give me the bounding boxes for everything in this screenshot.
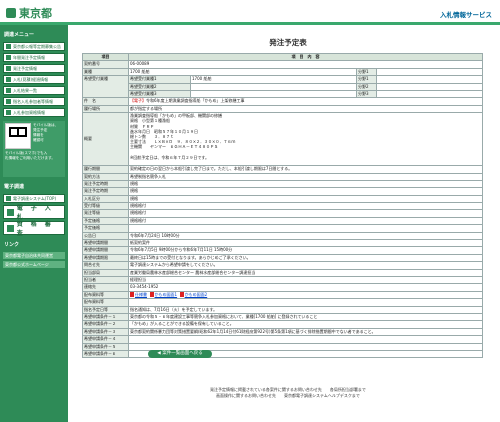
tokyo-logo-mark-icon [6,8,16,18]
sidebar-item-label: 発注予定情報 [13,65,37,71]
sidebar-item-label: 東京都公報等定期募集公告 [13,43,61,49]
qr-code-icon [5,123,31,149]
case-name: 令和6年度上期漁業調査指導船「かもめ」上架修繕工事 [146,98,245,104]
mobile-side-text: モバイル版は、 発注予定 情報を 確認可 [33,123,59,142]
table-row: 件 名 【電子】令和6年度上期漁業調査指導船「かもめ」上架修繕工事 [82,97,483,106]
return-to-list-button[interactable]: ◀ 案件一覧画面へ戻る [148,350,212,358]
pdf-icon [130,292,134,298]
table-row: 希望申請条件－２ 「かもめ」が入ることができる設備を保有していること。 [82,320,483,329]
sidebar-item-label: 入札結果一覧 [13,87,37,93]
table-row: 配布資料等 仕様書 かもめ図面1 かもめ図面2 [82,290,483,300]
sidebar-item-annual[interactable]: 年間発注予定情報 [3,53,65,62]
file-link-kamome-2[interactable]: かもめ図面2 [179,292,207,298]
table-row: 発注予定時期 規格 [82,187,483,196]
table-row: 受付等級 規格格付 [82,202,483,211]
sidebar-section-ext: 電子調達 [4,184,25,190]
e-bidding-button[interactable]: 電 子 入 札 [3,205,65,221]
sidebar-item-label: 年間発注予定情報 [13,54,45,60]
mobile-promo: モバイル版は、 発注予定 情報を 確認可 モバイル版(スマホ)でも入 札情報をご… [3,121,65,177]
sidebar-item-order-plan[interactable]: 発注予定情報 [3,64,65,73]
table-row: 希望申請期間 紙契約案件 [82,239,483,248]
sidebar-item-label: 入札参加資格情報 [13,109,45,115]
table-row: 希望申請期限 最終日は15時までの受付となります。あらかじめご了承ください。 [82,253,483,263]
arrow-icon [6,110,11,115]
arrow-icon [6,196,11,201]
table-row: 概要 漁業調査指導船「かもめ」の甲板部、機関部の修繕 資格 小型第１種漁船 材質… [82,112,483,167]
link-joint-operation[interactable]: 東京都電子自治体共同運営 [3,252,65,259]
arrow-icon [6,66,11,71]
main-content: 発注予定表 項目 項 目 内 容 契約番号 06-00089 業種 1700 船… [82,25,494,422]
electronic-badge: 【電子】 [130,98,146,104]
sidebar-item-label: 指名入札参加者等情報 [13,98,53,104]
table-header-row: 項目 項 目 内 容 [82,52,483,62]
footer-line-2: 画面操作に関するお問い合わせ先 東京都電子調達システムヘルプデスクまで [216,393,360,398]
arrow-icon [6,44,11,49]
sidebar-item-qualification[interactable]: 入札参加資格情報 [3,108,65,117]
table-row: 希望申請条件－６ [82,349,483,359]
order-plan-table: 項目 項 目 内 容 契約番号 06-00089 業種 1700 船舶 分野1 … [82,52,483,359]
sidebar-item-kouhou[interactable]: 東京都公報等定期募集公告 [3,42,65,51]
arrow-icon [6,55,11,60]
sidebar-section-menu: 調達メニュー [4,32,35,38]
app-header: 東京都 入札情報サービス [0,0,500,22]
footer: 発注予定情報に掲載されている各案件に関するお問い合わせ先 各局所担当部署まで 画… [82,387,494,399]
file-link-shiyousho[interactable]: 仕様書 [130,292,147,298]
table-row: 問合せ先 電子調達システムから希望申請をしてください。 [82,261,483,270]
table-row: 発注等級 規格格付 [82,209,483,218]
sidebar-item-label: 入札(見積)経過情報 [13,76,49,82]
logo-text: 東京都 [19,7,52,20]
table-row: 希望申請条件－５ [82,342,483,351]
page-title: 発注予定表 [269,38,307,47]
pdf-icon [149,292,154,298]
sidebar-item-results[interactable]: 入札結果一覧 [3,86,65,95]
table-row: 希望申請条件－４ [82,335,483,344]
table-row: 希望受付業種2 分野2 [83,82,483,91]
sidebar-item-progress[interactable]: 入札(見積)経過情報 [3,75,65,84]
header-content: 項 目 内 容 [128,52,483,62]
table-row: 配布資料等 [82,298,483,307]
sidebar-item-system-top[interactable]: 電子調達システム(TOP) [3,194,65,203]
top-link[interactable]: 入札情報サービス [440,9,492,19]
table-row: 希望申請条件－３ 東京都契約関係暴力団等対策措置要綱(昭和62年1月14日付61財… [82,327,483,337]
table-row: 希望受付業種3 分野3 [83,89,483,99]
table-row: 担当者 経理担当 [82,275,483,285]
overview-text: 漁業調査指導船「かもめ」の甲板部、機関部の修繕 資格 小型第１種漁船 材質 ＦＲ… [128,112,483,167]
arrow-icon [6,99,11,104]
table-row: 希望受付業種 希望受付業種1 1700 船舶 分野1 [82,75,483,99]
arrow-icon [7,224,14,232]
table-row: 連絡先 03-3454-1952 [82,283,483,292]
table-row: 指名予定日等 指名通知は、7月16日（火）を予定しています。 [82,305,483,314]
arrow-icon [7,208,14,216]
sidebar-item-nominees[interactable]: 指名入札参加者等情報 [3,97,65,106]
table-row: 希望申請期間 令和6年7月5日 9時00分から令和6年7月11日 15時00分 [82,246,483,255]
header-item: 項目 [82,52,129,62]
sidebar-item-label: 電子調達システム(TOP) [13,195,57,201]
table-row: 入札区分 規格 [82,194,483,204]
table-row: 業種 1700 船舶 分野1 [82,67,483,77]
arrow-icon [6,88,11,93]
table-row: 公告日 令和6年7月24日 10時00分 [82,231,483,241]
pdf-icon [179,292,184,298]
table-row: 契約方法 希望制指名競争入札 [82,172,483,181]
sidebar: 調達メニュー 東京都公報等定期募集公告 年間発注予定情報 発注予定情報 入札(見… [0,25,68,422]
mobile-description: モバイル版(スマホ)でも入 札情報をご利用いただけます。 [5,151,55,160]
table-row: 予定価格 規格格付 [82,216,483,226]
table-row: 契約番号 06-00089 [82,60,483,69]
table-row: 希望申請条件－１ 東京都の令和５・６年度建設工事等競争入札参加資格において、業種[… [82,312,483,322]
table-row: 予定価格 [82,224,483,233]
tokyo-logo[interactable]: 東京都 [6,6,58,20]
table-row: 発注予定時期 規格 [82,179,483,189]
link-official-site[interactable]: 東京都公式ホームページ [3,261,65,268]
table-row: 履行期間 契約確定の日の翌日から本船引渡し完了日まで。ただし、本船引渡し期限は7日… [82,165,483,174]
table-row: 担当部局 産業労働局農林水産部総合センター 農林水産部総合センター調達担当 [82,268,483,278]
file-link-kamome-1[interactable]: かもめ図面1 [149,292,177,298]
table-row: 履行場所 都が指定する場所 [82,104,483,114]
qualification-button[interactable]: 資 格 審 査 [3,221,65,237]
sidebar-section-links: リンク [4,242,20,248]
arrow-icon [6,77,11,82]
